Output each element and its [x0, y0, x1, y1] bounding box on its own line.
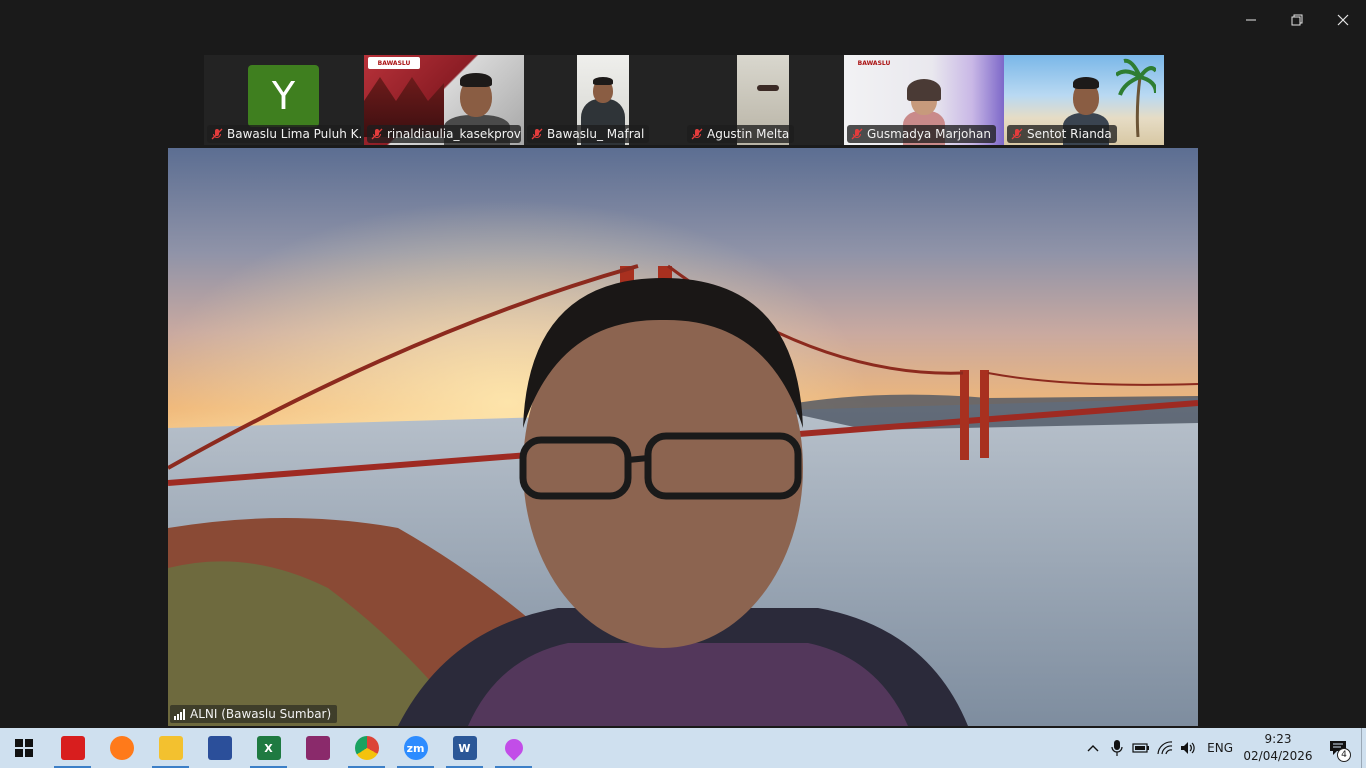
show-desktop-button[interactable]	[1361, 728, 1366, 768]
clock-time: 9:23	[1264, 732, 1292, 746]
participant-tile[interactable]: BAWASLU rinaldiaulia_kasekprovsu...	[364, 55, 524, 145]
chrome-icon	[354, 736, 379, 760]
taskbar-word[interactable]: W	[440, 728, 489, 768]
mic-muted-icon	[211, 128, 223, 140]
minimize-button[interactable]	[1228, 0, 1274, 40]
participant-name-tag: Bawaslu_ Mafral	[527, 125, 650, 143]
main-speaker-video[interactable]: ALNI (Bawaslu Sumbar)	[168, 148, 1198, 726]
participant-name-tag: Gusmadya Marjohan	[847, 125, 996, 143]
participant-name-tag: rinaldiaulia_kasekprovsu...	[367, 125, 521, 143]
restore-button[interactable]	[1274, 0, 1320, 40]
notification-count-badge: 4	[1337, 748, 1351, 762]
windows-taskbar: X zm W ENG 9:23 02/04/2026 4	[0, 728, 1366, 768]
participant-name: Agustin Melta	[707, 127, 790, 141]
microphone-icon	[1111, 740, 1123, 756]
taskbar-apps: X zm W	[48, 728, 538, 768]
system-tray: ENG 9:23 02/04/2026 4	[1081, 728, 1366, 768]
participant-name: Gusmadya Marjohan	[867, 127, 991, 141]
window-controls	[1228, 0, 1366, 40]
zoom-icon: zm	[403, 736, 428, 760]
palm-tree-background	[1116, 58, 1156, 137]
participant-name: Bawaslu_ Mafral	[547, 127, 645, 141]
battery-charging-icon	[1132, 743, 1150, 753]
golden-gate-virtual-background	[168, 148, 1198, 726]
windows-logo-icon	[15, 739, 33, 757]
volume-tray-button[interactable]	[1177, 728, 1201, 768]
file-explorer-icon	[158, 736, 183, 760]
participant-tile[interactable]: Bawaslu_ Mafral	[524, 55, 684, 145]
participant-name: Bawaslu Lima Puluh K...	[227, 127, 361, 141]
start-button[interactable]	[0, 728, 48, 768]
mic-muted-icon	[531, 128, 543, 140]
taskbar-firefox[interactable]	[97, 728, 146, 768]
avatar: Y	[248, 65, 319, 127]
participant-name: rinaldiaulia_kasekprovsu...	[387, 127, 521, 141]
taskbar-clock[interactable]: 9:23 02/04/2026	[1241, 731, 1315, 765]
minimize-icon	[1246, 19, 1256, 21]
speaker-icon	[1181, 742, 1195, 754]
taskbar-file-explorer[interactable]	[146, 728, 195, 768]
chevron-up-icon	[1087, 745, 1099, 752]
participant-strip: Y Bawaslu Lima Puluh K... BAWASLU rinald…	[204, 55, 1164, 145]
restore-icon	[1291, 14, 1303, 26]
mic-muted-icon	[371, 128, 383, 140]
bawaslu-logo: BAWASLU	[368, 57, 420, 69]
taskbar-excel[interactable]: X	[244, 728, 293, 768]
pdf-app-icon	[207, 736, 232, 760]
participant-name-tag: Agustin Melta	[687, 125, 795, 143]
participant-tile[interactable]: Y Bawaslu Lima Puluh K...	[204, 55, 364, 145]
mic-muted-icon	[691, 128, 703, 140]
participant-name: Sentot Rianda	[1027, 127, 1112, 141]
mic-muted-icon	[851, 128, 863, 140]
input-language-indicator[interactable]: ENG	[1201, 741, 1241, 755]
taskbar-maps[interactable]	[489, 728, 538, 768]
connection-signal-icon	[174, 708, 185, 720]
show-hidden-icons-button[interactable]	[1081, 728, 1105, 768]
microphone-tray-button[interactable]	[1105, 728, 1129, 768]
taskbar-chrome[interactable]	[342, 728, 391, 768]
close-icon	[1337, 14, 1349, 26]
zoom-meeting-window: Y Bawaslu Lima Puluh K... BAWASLU rinald…	[0, 0, 1366, 768]
participant-name-tag: Sentot Rianda	[1007, 125, 1117, 143]
participant-tile[interactable]: BAWASLU Gusmadya Marjohan	[844, 55, 1004, 145]
winrar-icon	[305, 736, 330, 760]
network-tray-button[interactable]	[1153, 728, 1177, 768]
acrobat-icon	[60, 736, 85, 760]
wifi-icon	[1157, 741, 1173, 755]
taskbar-acrobat[interactable]	[48, 728, 97, 768]
participant-name-tag: Bawaslu Lima Puluh K...	[207, 125, 361, 143]
maps-pin-icon	[500, 735, 527, 761]
clock-date: 02/04/2026	[1243, 749, 1313, 763]
close-button[interactable]	[1320, 0, 1366, 40]
main-speaker-name: ALNI (Bawaslu Sumbar)	[190, 707, 332, 721]
main-speaker-name-tag: ALNI (Bawaslu Sumbar)	[170, 705, 338, 723]
mic-muted-icon	[1011, 128, 1023, 140]
firefox-icon	[109, 736, 134, 760]
bawaslu-logo: BAWASLU	[857, 59, 891, 67]
participant-tile[interactable]: Sentot Rianda	[1004, 55, 1164, 145]
taskbar-winrar[interactable]	[293, 728, 342, 768]
taskbar-pdf-app[interactable]	[195, 728, 244, 768]
participant-tile[interactable]: Agustin Melta	[684, 55, 844, 145]
taskbar-zoom[interactable]: zm	[391, 728, 440, 768]
excel-icon: X	[256, 736, 281, 760]
word-icon: W	[452, 736, 477, 760]
action-center-button[interactable]: 4	[1315, 728, 1361, 768]
battery-tray-button[interactable]	[1129, 728, 1153, 768]
